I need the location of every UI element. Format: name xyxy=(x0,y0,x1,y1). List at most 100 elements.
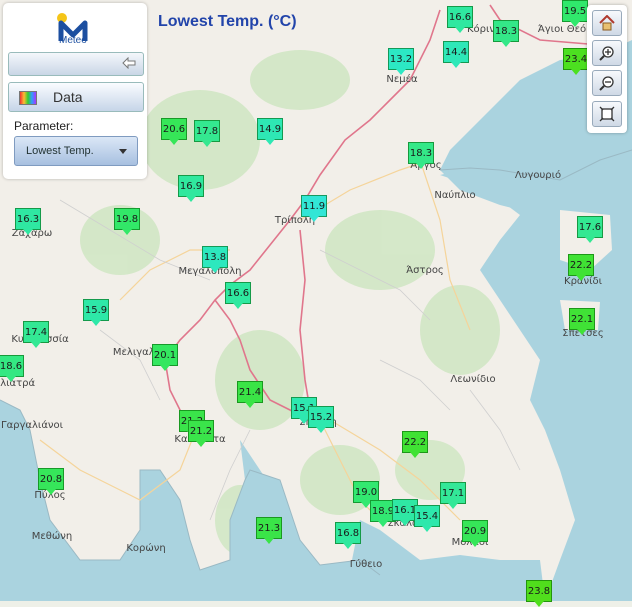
place-label-lygourio: Λυγουριό xyxy=(514,170,562,181)
chevron-down-icon xyxy=(119,149,127,154)
marker-pointer xyxy=(186,196,196,202)
marker-pointer xyxy=(422,526,432,532)
station-marker[interactable]: 13.2 xyxy=(388,48,414,75)
station-marker[interactable]: 21.3 xyxy=(256,517,282,544)
map-toolbar xyxy=(587,5,627,133)
station-marker[interactable]: 18.3 xyxy=(408,142,434,169)
station-marker[interactable]: 17.4 xyxy=(23,321,49,348)
zoom-out-button[interactable] xyxy=(592,70,622,96)
marker-pointer xyxy=(23,229,33,235)
station-marker[interactable]: 16.9 xyxy=(178,175,204,202)
station-marker[interactable]: 17.6 xyxy=(577,216,603,243)
station-marker[interactable]: 16.3 xyxy=(15,208,41,235)
marker-pointer xyxy=(160,365,170,371)
marker-pointer xyxy=(534,601,544,607)
parameter-value: Lowest Temp. xyxy=(26,145,94,157)
station-value: 17.8 xyxy=(194,120,220,142)
marker-pointer xyxy=(210,267,220,273)
marker-pointer xyxy=(316,427,326,433)
collapse-panel-button[interactable] xyxy=(8,52,144,76)
station-value: 15.4 xyxy=(414,505,440,527)
marker-pointer xyxy=(576,275,586,281)
station-marker[interactable]: 15.4 xyxy=(414,505,440,532)
station-marker[interactable]: 23.4 xyxy=(563,48,589,75)
station-marker[interactable]: 18.3 xyxy=(493,20,519,47)
station-value: 18.3 xyxy=(408,142,434,164)
station-value: 19.8 xyxy=(114,208,140,230)
place-label-nemea: Νεμέα xyxy=(386,74,418,85)
zoom-in-button[interactable] xyxy=(592,40,622,66)
place-label-nafplio: Ναύπλιο xyxy=(434,190,476,201)
control-panel: Meteo Data Parameter: Lowest Temp. xyxy=(3,3,147,179)
station-marker[interactable]: 20.9 xyxy=(462,520,488,547)
zoom-in-icon xyxy=(599,46,614,61)
marker-pointer xyxy=(6,376,16,382)
station-marker[interactable]: 21.4 xyxy=(237,381,263,408)
home-button[interactable] xyxy=(592,10,622,36)
station-marker[interactable]: 22.2 xyxy=(568,254,594,281)
station-marker[interactable]: 23.8 xyxy=(526,580,552,607)
station-marker[interactable]: 11.9 xyxy=(301,195,327,222)
station-marker[interactable]: 19.8 xyxy=(114,208,140,235)
marker-pointer xyxy=(202,141,212,147)
marker-pointer xyxy=(196,441,206,447)
station-marker[interactable]: 18.6 xyxy=(0,355,24,382)
palette-icon xyxy=(19,91,37,105)
station-value: 17.1 xyxy=(440,482,466,504)
full-extent-button[interactable] xyxy=(592,101,622,127)
station-marker[interactable]: 16.8 xyxy=(335,522,361,549)
place-label-gargalianoi: Γαργαλιάνοι xyxy=(0,420,64,431)
place-label-gytheio: Γύθειο xyxy=(349,559,383,570)
extent-icon xyxy=(599,106,615,122)
marker-pointer xyxy=(410,452,420,458)
station-value: 22.2 xyxy=(402,431,428,453)
place-label-koroni: Κορώνη xyxy=(126,543,166,554)
data-button-label: Data xyxy=(53,89,83,105)
station-value: 16.6 xyxy=(225,282,251,304)
marker-pointer xyxy=(585,237,595,243)
marker-pointer xyxy=(501,41,511,47)
station-value: 20.9 xyxy=(462,520,488,542)
station-marker[interactable]: 20.1 xyxy=(152,344,178,371)
station-marker[interactable]: 15.9 xyxy=(83,299,109,326)
station-marker[interactable]: 22.1 xyxy=(569,308,595,335)
station-value: 15.2 xyxy=(308,406,334,428)
station-value: 13.2 xyxy=(388,48,414,70)
station-value: 20.8 xyxy=(38,468,64,490)
place-label-methoni: Μεθώνη xyxy=(31,531,73,542)
marker-pointer xyxy=(46,489,56,495)
marker-pointer xyxy=(571,69,581,75)
station-value: 22.2 xyxy=(568,254,594,276)
station-value: 17.6 xyxy=(577,216,603,238)
station-marker[interactable]: 16.6 xyxy=(447,6,473,33)
marker-pointer xyxy=(264,538,274,544)
marker-pointer xyxy=(570,21,580,27)
station-value: 16.9 xyxy=(178,175,204,197)
station-marker[interactable]: 15.2 xyxy=(308,406,334,433)
data-button[interactable]: Data xyxy=(8,82,144,112)
marker-pointer xyxy=(396,69,406,75)
marker-pointer xyxy=(245,402,255,408)
station-marker[interactable]: 14.4 xyxy=(443,41,469,68)
station-value: 17.4 xyxy=(23,321,49,343)
station-marker[interactable]: 21.2 xyxy=(188,420,214,447)
station-marker[interactable]: 14.9 xyxy=(257,118,283,145)
station-value: 23.4 xyxy=(563,48,589,70)
station-marker[interactable]: 20.8 xyxy=(38,468,64,495)
place-label-leonidio: Λεωνίδιο xyxy=(450,374,496,385)
station-value: 14.9 xyxy=(257,118,283,140)
zoom-out-icon xyxy=(599,76,614,91)
marker-pointer xyxy=(416,163,426,169)
station-value: 21.3 xyxy=(256,517,282,539)
station-marker[interactable]: 17.8 xyxy=(194,120,220,147)
station-marker[interactable]: 19.5 xyxy=(562,0,588,27)
station-marker[interactable]: 20.6 xyxy=(161,118,187,145)
marker-pointer xyxy=(343,543,353,549)
station-marker[interactable]: 22.2 xyxy=(402,431,428,458)
marker-pointer xyxy=(577,329,587,335)
station-marker[interactable]: 13.8 xyxy=(202,246,228,273)
station-marker[interactable]: 16.6 xyxy=(225,282,251,309)
parameter-select[interactable]: Lowest Temp. xyxy=(14,136,138,166)
station-marker[interactable]: 17.1 xyxy=(440,482,466,509)
marker-pointer xyxy=(91,320,101,326)
